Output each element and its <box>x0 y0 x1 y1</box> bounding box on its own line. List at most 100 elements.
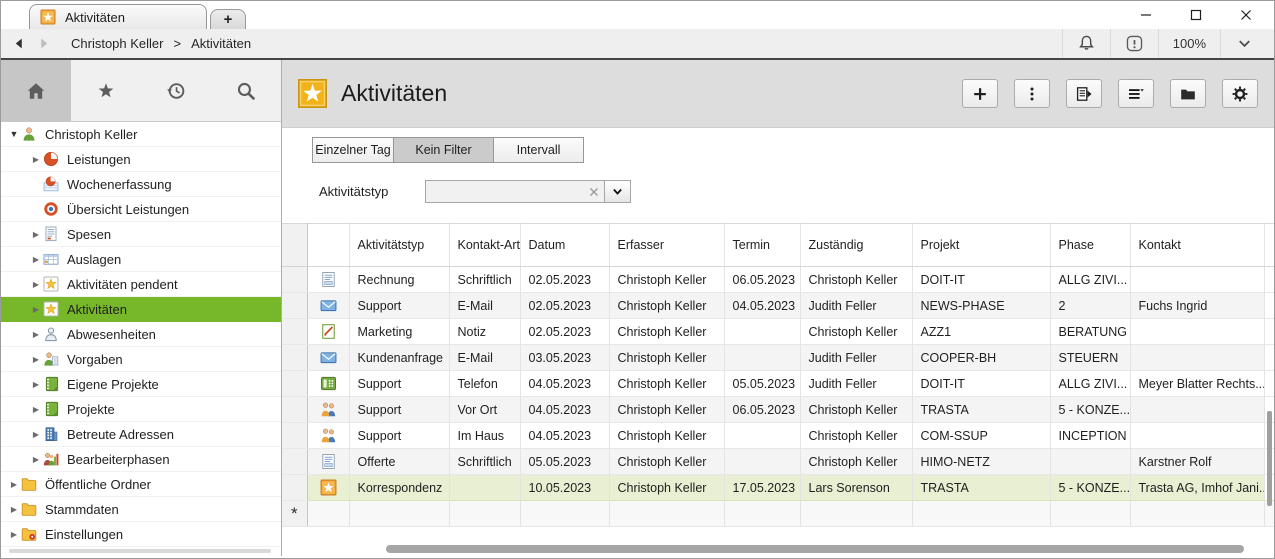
cell-phase[interactable]: STEUERN <box>1050 345 1130 371</box>
activity-type-dropdown-button[interactable] <box>605 180 631 203</box>
cell-termin[interactable]: 04.05.2023 <box>724 293 800 319</box>
activity-type-icon-cell[interactable] <box>307 397 349 423</box>
table-row[interactable]: SupportE-Mail02.05.2023Christoph Keller0… <box>282 293 1274 319</box>
cell-phase[interactable] <box>1050 449 1130 475</box>
back-button[interactable] <box>7 33 31 55</box>
activity-type-icon-cell[interactable] <box>307 449 349 475</box>
cell-termin[interactable] <box>724 449 800 475</box>
cell-zustaendig[interactable]: Judith Feller <box>800 345 912 371</box>
activity-type-icon-cell[interactable] <box>307 319 349 345</box>
cell-kontakt[interactable]: Fuchs Ingrid <box>1130 293 1264 319</box>
cell-datum[interactable]: 02.05.2023 <box>520 267 609 293</box>
sidebar-tab-favorites[interactable] <box>71 60 141 121</box>
expander-icon[interactable]: ▶ <box>29 330 43 339</box>
sidebar-tab-home[interactable] <box>1 60 71 121</box>
filter-tab-einzelner-tag[interactable]: Einzelner Tag <box>312 137 394 163</box>
sidebar-item-leistungen[interactable]: ▶Leistungen <box>1 147 281 172</box>
table-header-icon-column[interactable] <box>307 224 349 267</box>
cell-projekt[interactable]: TRASTA <box>912 397 1050 423</box>
cell-aktivitaetstyp[interactable]: Rechnung <box>349 267 449 293</box>
cell-erfasser[interactable]: Christoph Keller <box>609 397 724 423</box>
new-row-cell[interactable] <box>724 501 800 527</box>
cell-kontakt[interactable] <box>1130 397 1264 423</box>
expander-icon[interactable]: ▶ <box>7 505 21 514</box>
row-selector[interactable] <box>282 449 307 475</box>
cell-termin[interactable]: 06.05.2023 <box>724 397 800 423</box>
cell-kontakt-art[interactable]: Vor Ort <box>449 397 520 423</box>
cell-aktivitaetstyp[interactable]: Offerte <box>349 449 449 475</box>
cell-kontakt-art[interactable]: Schriftlich <box>449 267 520 293</box>
table-header-termin[interactable]: Termin <box>724 224 800 267</box>
cell-projekt[interactable]: COM-SSUP <box>912 423 1050 449</box>
cell-aktivitaetstyp[interactable]: Support <box>349 397 449 423</box>
cell-phase[interactable]: ALLG ZIVI... <box>1050 371 1130 397</box>
cell-projekt[interactable]: DOIT-IT <box>912 267 1050 293</box>
cell-erfasser[interactable]: Christoph Keller <box>609 423 724 449</box>
cell-aktivitaetstyp[interactable]: Marketing <box>349 319 449 345</box>
cell-kontakt[interactable]: Trasta AG, Imhof Jani... <box>1130 475 1264 501</box>
table-header-datum[interactable]: Datum <box>520 224 609 267</box>
cell-aktivitaetstyp[interactable]: Support <box>349 423 449 449</box>
sidebar-tab-search[interactable] <box>211 60 281 121</box>
cell-kontakt[interactable]: Karstner Rolf <box>1130 449 1264 475</box>
sidebar-item-aktivitaeten[interactable]: ▶Aktivitäten <box>1 297 281 322</box>
table-row[interactable]: SupportTelefon04.05.2023Christoph Keller… <box>282 371 1274 397</box>
cell-phase[interactable]: 5 - KONZE... <box>1050 397 1130 423</box>
cell-kontakt-art[interactable]: Telefon <box>449 371 520 397</box>
table-header-kontakt[interactable]: Kontakt <box>1130 224 1264 267</box>
cell-termin[interactable]: 17.05.2023 <box>724 475 800 501</box>
view-options-button[interactable] <box>1118 79 1154 108</box>
cell-phase[interactable]: 5 - KONZE... <box>1050 475 1130 501</box>
filter-tab-intervall[interactable]: Intervall <box>494 137 584 163</box>
expander-icon[interactable]: ▶ <box>7 480 21 489</box>
sidebar-item-betreute-adressen[interactable]: ▶Betreute Adressen <box>1 422 281 447</box>
table-header-aktivitaetstyp[interactable]: Aktivitätstyp <box>349 224 449 267</box>
sidebar-item-einstellungen[interactable]: ▶Einstellungen <box>1 522 281 547</box>
report-button[interactable] <box>1066 79 1102 108</box>
sidebar-item-christoph-keller[interactable]: ▼Christoph Keller <box>1 122 281 147</box>
expander-icon[interactable]: ▶ <box>29 455 43 464</box>
document-tab[interactable]: Aktivitäten <box>29 4 207 29</box>
cell-aktivitaetstyp[interactable]: Support <box>349 293 449 319</box>
cell-zustaendig[interactable]: Christoph Keller <box>800 267 912 293</box>
new-row-cell[interactable] <box>307 501 349 527</box>
filter-tab-kein-filter[interactable]: Kein Filter <box>394 137 494 163</box>
cell-termin[interactable] <box>724 423 800 449</box>
new-row-cell[interactable] <box>1050 501 1130 527</box>
cell-zustaendig[interactable]: Christoph Keller <box>800 319 912 345</box>
notifications-button[interactable] <box>1062 29 1110 58</box>
row-selector[interactable] <box>282 293 307 319</box>
new-row-cell[interactable] <box>1130 501 1264 527</box>
cell-projekt[interactable]: AZZ1 <box>912 319 1050 345</box>
expander-icon[interactable]: ▶ <box>29 380 43 389</box>
cell-phase[interactable]: ALLG ZIVI... <box>1050 267 1130 293</box>
sidebar-item-eigene-projekte[interactable]: ▶Eigene Projekte <box>1 372 281 397</box>
expander-icon[interactable]: ▶ <box>29 155 43 164</box>
table-row[interactable]: OfferteSchriftlich05.05.2023Christoph Ke… <box>282 449 1274 475</box>
row-selector[interactable] <box>282 371 307 397</box>
sidebar-item-stammdaten[interactable]: ▶Stammdaten <box>1 497 281 522</box>
new-tab-button[interactable]: + <box>210 9 246 29</box>
cell-phase[interactable]: INCEPTION <box>1050 423 1130 449</box>
zoom-level[interactable]: 100% <box>1158 29 1220 58</box>
cell-kontakt[interactable] <box>1130 267 1264 293</box>
cell-datum[interactable]: 05.05.2023 <box>520 449 609 475</box>
table-header-kontakt-art[interactable]: Kontakt-Art <box>449 224 520 267</box>
expander-icon[interactable]: ▶ <box>29 305 43 314</box>
cell-erfasser[interactable]: Christoph Keller <box>609 267 724 293</box>
sidebar-item-auslagen[interactable]: ▶Auslagen <box>1 247 281 272</box>
maximize-button[interactable] <box>1182 4 1210 26</box>
new-row[interactable]: * <box>282 501 1274 527</box>
cell-termin[interactable] <box>724 345 800 371</box>
cell-zustaendig[interactable]: Christoph Keller <box>800 423 912 449</box>
cell-kontakt[interactable] <box>1130 345 1264 371</box>
forward-button[interactable] <box>31 33 55 55</box>
info-button[interactable] <box>1110 29 1158 58</box>
cell-phase[interactable]: BERATUNG <box>1050 319 1130 345</box>
table-header-zustaendig[interactable]: Zuständig <box>800 224 912 267</box>
new-row-cell[interactable] <box>800 501 912 527</box>
expander-icon[interactable]: ▼ <box>7 129 21 139</box>
cell-projekt[interactable]: HIMO-NETZ <box>912 449 1050 475</box>
zoom-dropdown-button[interactable] <box>1220 29 1268 58</box>
row-selector[interactable] <box>282 475 307 501</box>
